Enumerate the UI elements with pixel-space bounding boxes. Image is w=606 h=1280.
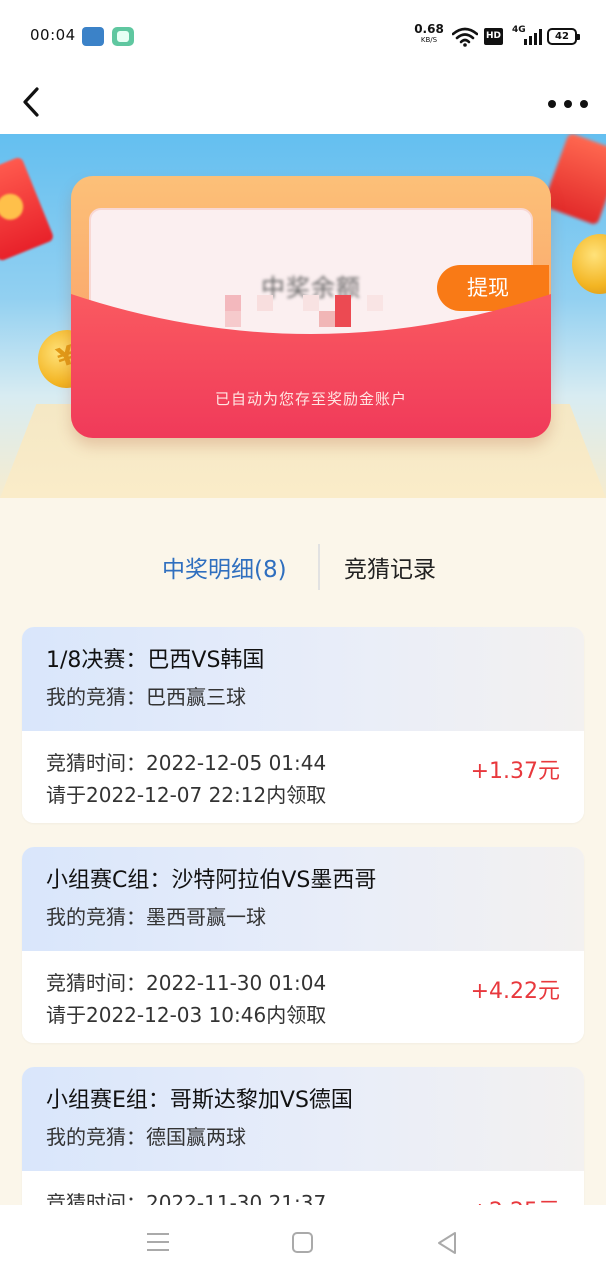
prize-record-card[interactable]: 小组赛C组：沙特阿拉伯VS墨西哥 我的竞猜：墨西哥赢一球 竞猜时间：2022-1… xyxy=(22,847,584,1043)
network-speed-value: 0.68 xyxy=(414,22,444,36)
menu-icon[interactable] xyxy=(147,1233,169,1251)
hd-icon: HD xyxy=(484,28,503,45)
status-time: 00:04 xyxy=(30,26,76,44)
record-body: 竞猜时间：2022-11-30 01:04 请于2022-12-03 10:46… xyxy=(22,951,584,1043)
tab-divider xyxy=(318,544,320,590)
match-title: 小组赛E组：哥斯达黎加VS德国 xyxy=(46,1088,353,1113)
network-speed: 0.68 KB/S xyxy=(414,22,444,45)
prize-balance-banner: 中奖余额 提现 已自动为您存至奖励金账户 xyxy=(0,134,606,498)
battery-icon: 42 xyxy=(547,28,580,45)
prize-record-card[interactable]: 1/8决赛：巴西VS韩国 我的竞猜：巴西赢三球 竞猜时间：2022-12-05 … xyxy=(22,627,584,823)
back-triangle-icon[interactable] xyxy=(436,1231,458,1255)
my-guess: 我的竞猜：德国赢两球 xyxy=(46,1125,246,1149)
home-icon[interactable] xyxy=(292,1232,313,1253)
tab-prize-details[interactable]: 中奖明细(8) xyxy=(162,550,287,584)
app-screen: 00:04 0.68 KB/S HD 4G 42 ¥ 中奖余额 提现 已自动为您… xyxy=(0,0,606,1280)
status-bar: 00:04 0.68 KB/S HD 4G 42 xyxy=(0,0,606,72)
back-button[interactable] xyxy=(12,78,52,122)
record-header: 小组赛E组：哥斯达黎加VS德国 我的竞猜：德国赢两球 xyxy=(22,1067,584,1171)
guess-time: 竞猜时间：2022-12-05 01:44 xyxy=(46,751,327,775)
prize-amount: +1.37元 xyxy=(470,759,560,784)
match-title: 1/8决赛：巴西VS韩国 xyxy=(46,648,265,673)
notification-app-icon-2 xyxy=(112,27,134,46)
red-envelope-decoration-right xyxy=(542,134,606,226)
record-header: 小组赛C组：沙特阿拉伯VS墨西哥 我的竞猜：墨西哥赢一球 xyxy=(22,847,584,951)
record-header: 1/8决赛：巴西VS韩国 我的竞猜：巴西赢三球 xyxy=(22,627,584,731)
network-type-label: 4G xyxy=(512,25,526,35)
prize-amount: +4.22元 xyxy=(470,979,560,1004)
gold-coin-icon-right xyxy=(572,234,606,294)
my-guess: 我的竞猜：墨西哥赢一球 xyxy=(46,905,266,929)
record-tabs: 中奖明细(8) 竞猜记录 xyxy=(0,542,606,592)
system-navigation-bar xyxy=(0,1205,606,1280)
auto-saved-note: 已自动为您存至奖励金账户 xyxy=(214,390,407,408)
wifi-icon xyxy=(451,27,479,47)
top-nav-bar xyxy=(0,72,606,134)
my-guess: 我的竞猜：巴西赢三球 xyxy=(46,685,246,709)
prize-record-list: 1/8决赛：巴西VS韩国 我的竞猜：巴西赢三球 竞猜时间：2022-12-05 … xyxy=(22,627,584,1280)
tab-guess-records[interactable]: 竞猜记录 xyxy=(344,550,436,584)
match-title: 小组赛C组：沙特阿拉伯VS墨西哥 xyxy=(46,868,377,893)
red-envelope-card: 中奖余额 提现 已自动为您存至奖励金账户 xyxy=(71,176,551,438)
red-envelope-decoration xyxy=(0,156,55,262)
claim-deadline: 请于2022-12-07 22:12内领取 xyxy=(46,783,327,807)
more-options-button[interactable] xyxy=(546,84,590,120)
record-body: 竞猜时间：2022-12-05 01:44 请于2022-12-07 22:12… xyxy=(22,731,584,823)
notification-app-icon xyxy=(82,27,104,46)
guess-time: 竞猜时间：2022-11-30 01:04 xyxy=(46,971,327,995)
claim-deadline: 请于2022-12-03 10:46内领取 xyxy=(46,1003,327,1027)
network-speed-unit: KB/S xyxy=(420,36,438,44)
chevron-left-icon xyxy=(23,87,39,117)
more-dots-icon xyxy=(548,100,556,108)
